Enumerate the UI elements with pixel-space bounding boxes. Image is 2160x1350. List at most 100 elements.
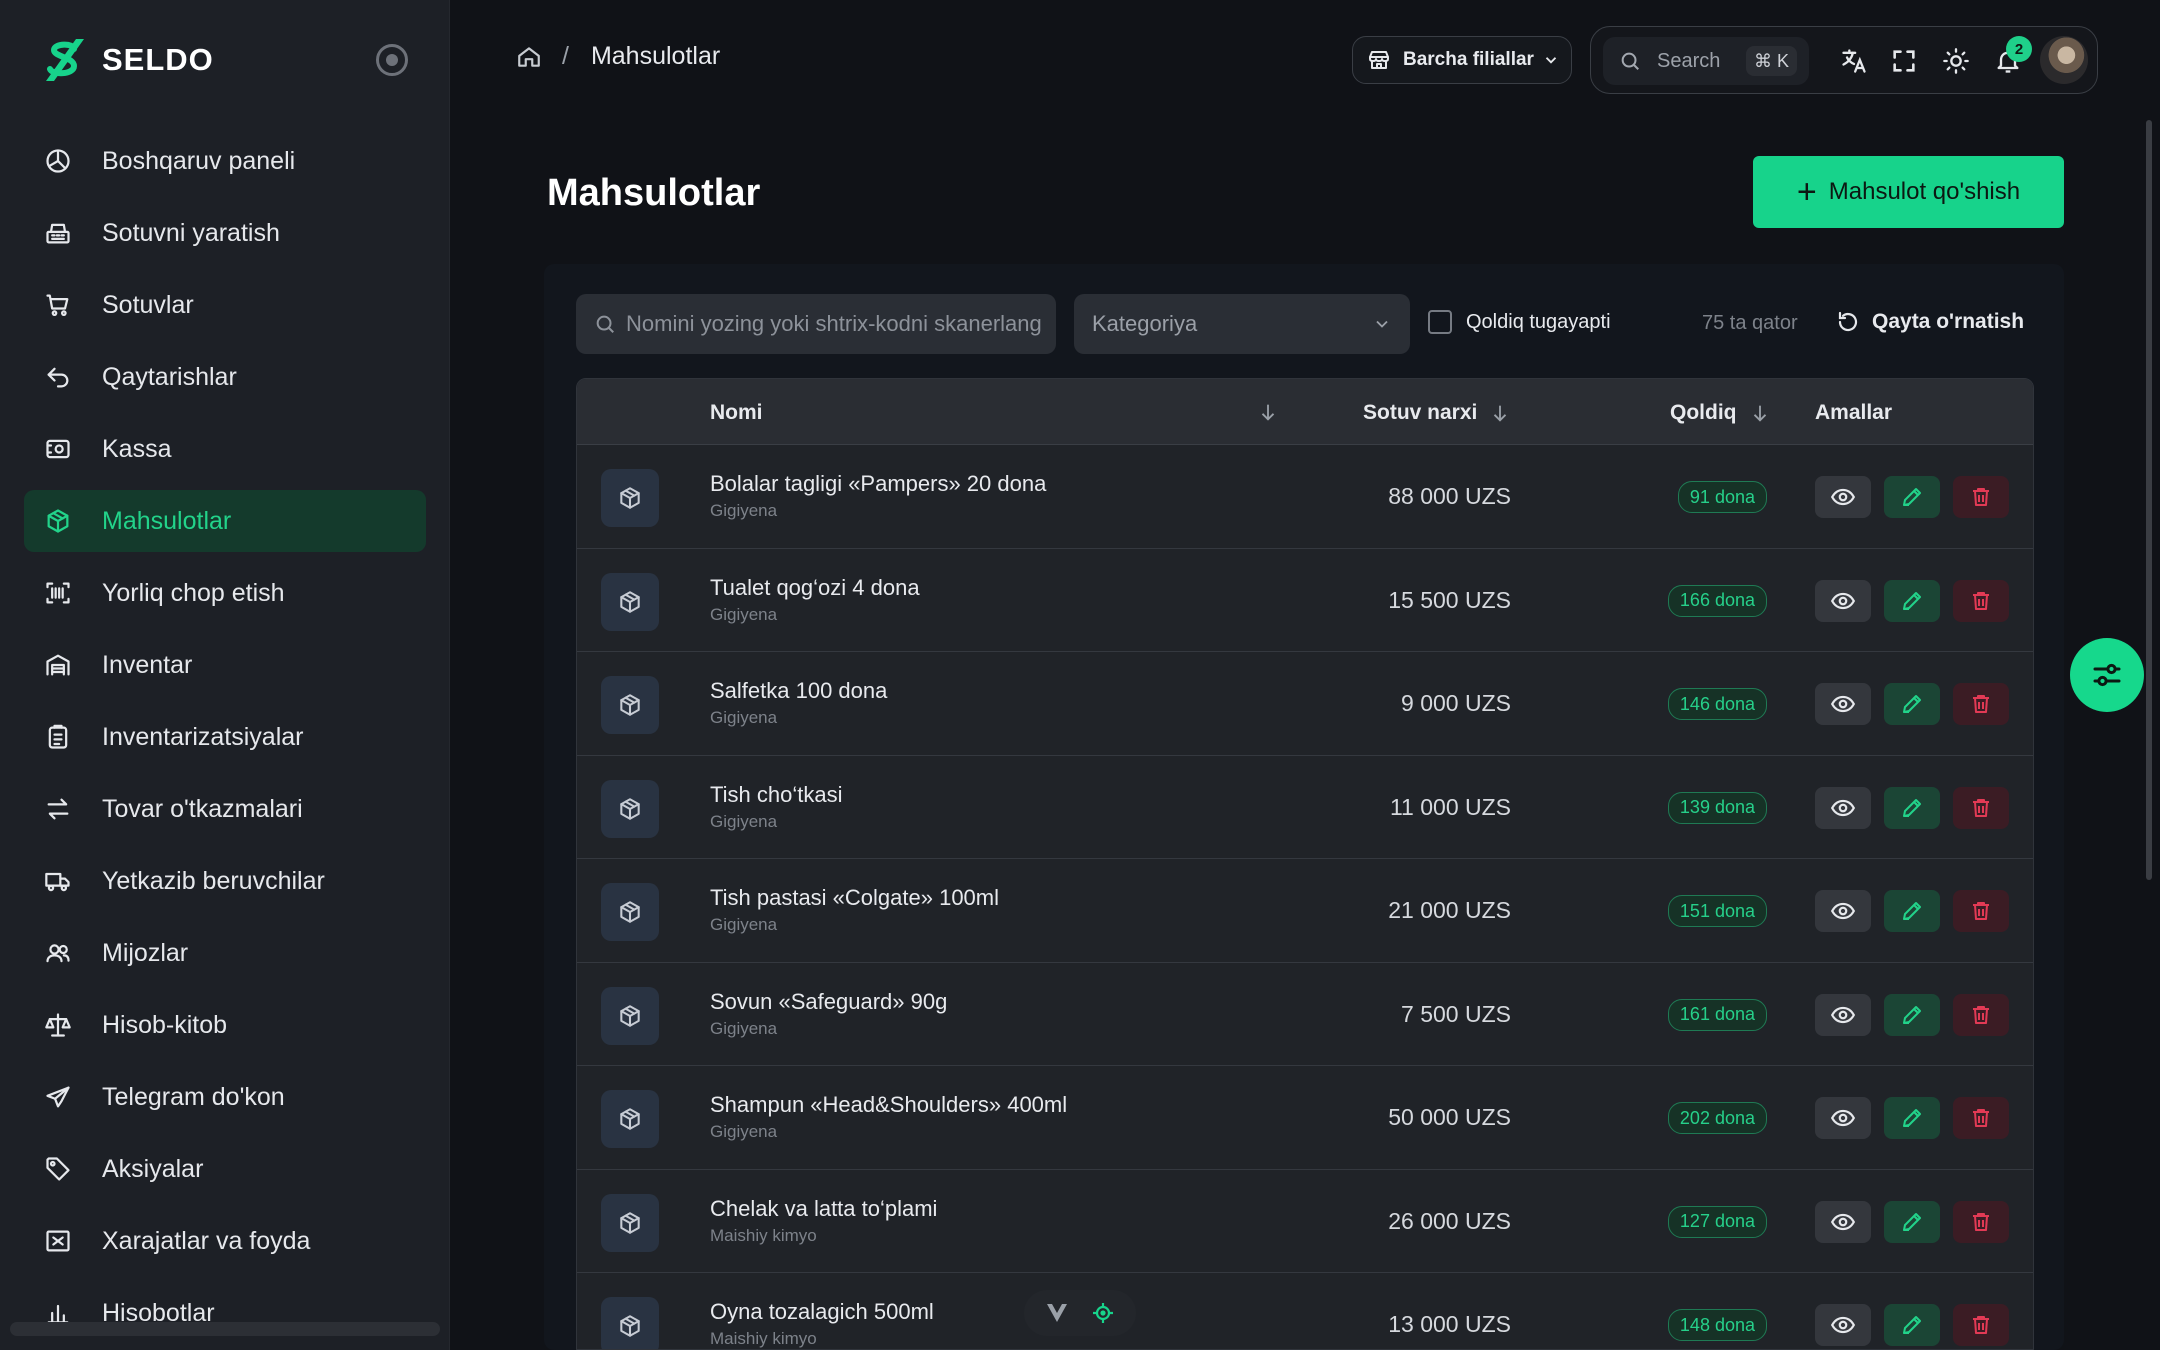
product-name[interactable]: Tualet qog‘ozi 4 dona: [710, 575, 920, 601]
sidebar-item-aksiyalar[interactable]: Aksiyalar: [24, 1138, 426, 1200]
delete-button[interactable]: [1953, 683, 2009, 725]
stock-badge: 91 dona: [1677, 481, 1767, 513]
product-thumbnail: [601, 572, 659, 631]
view-button[interactable]: [1815, 1304, 1871, 1346]
sidebar-item-hisob-kitob[interactable]: Hisob-kitob: [24, 994, 426, 1056]
product-name[interactable]: Bolalar tagligi «Pampers» 20 dona: [710, 471, 1046, 497]
theme-sun-icon[interactable]: [1941, 46, 1971, 76]
edit-button[interactable]: [1884, 993, 1940, 1036]
delete-button[interactable]: [1953, 1097, 2009, 1139]
tag-icon: [42, 1153, 74, 1185]
table-row[interactable]: Bolalar tagligi «Pampers» 20 dona Gigiye…: [577, 445, 2033, 549]
delete-button[interactable]: [1953, 993, 2009, 1036]
view-button[interactable]: [1815, 476, 1871, 518]
avatar[interactable]: [2040, 36, 2088, 84]
edit-button[interactable]: [1884, 1304, 1940, 1346]
add-product-button[interactable]: + Mahsulot qo'shish: [1753, 156, 2064, 228]
edit-button[interactable]: [1884, 1097, 1940, 1139]
sort-arrow-icon[interactable]: [1257, 401, 1279, 423]
product-search-input[interactable]: Nomini yozing yoki shtrix-kodni skanerla…: [576, 294, 1056, 354]
translate-icon[interactable]: [1839, 46, 1869, 76]
product-name[interactable]: Sovun «Safeguard» 90g: [710, 989, 947, 1015]
table-row[interactable]: Shampun «Head&Shoulders» 400ml Gigiyena …: [577, 1066, 2033, 1170]
stock-badge: 202 dona: [1667, 1102, 1767, 1134]
view-button[interactable]: [1815, 890, 1871, 932]
users-icon: [42, 937, 74, 969]
home-icon[interactable]: [516, 44, 542, 70]
page-title: Mahsulotlar: [547, 172, 761, 214]
eye-icon: [1830, 1213, 1856, 1230]
sort-arrow-icon: [1753, 405, 1766, 422]
delete-button[interactable]: [1953, 786, 2009, 829]
delete-button[interactable]: [1953, 1200, 2009, 1243]
sidebar-item-xarajatlar-va-foyda[interactable]: Xarajatlar va foyda: [24, 1210, 426, 1272]
table-row[interactable]: Tish cho‘tkasi Gigiyena 11 000 UZS 139 d…: [577, 755, 2033, 859]
view-button[interactable]: [1815, 993, 1871, 1036]
sidebar-item-sotuvni-yaratish[interactable]: Sotuvni yaratish: [24, 202, 426, 264]
sidebar-item-qaytarishlar[interactable]: Qaytarishlar: [24, 346, 426, 408]
sidebar-item-telegram-do-kon[interactable]: Telegram do'kon: [24, 1066, 426, 1128]
product-name[interactable]: Tish pastasi «Colgate» 100ml: [710, 885, 999, 911]
view-button[interactable]: [1815, 579, 1871, 622]
sidebar-item-kassa[interactable]: Kassa: [24, 418, 426, 480]
product-name[interactable]: Salfetka 100 dona: [710, 678, 887, 704]
product-name[interactable]: Shampun «Head&Shoulders» 400ml: [710, 1092, 1067, 1118]
table-row[interactable]: Oyna tozalagich 500ml Maishiy kimyo 13 0…: [577, 1273, 2033, 1349]
sidebar-item-inventar[interactable]: Inventar: [24, 634, 426, 696]
branch-select[interactable]: Barcha filiallar: [1352, 36, 1572, 84]
column-header-stock[interactable]: Qoldiq: [1670, 401, 1771, 425]
low-stock-filter[interactable]: Qoldiq tugayapti: [1428, 310, 1611, 334]
view-button[interactable]: [1815, 786, 1871, 829]
sidebar-item-inventarizatsiyalar[interactable]: Inventarizatsiyalar: [24, 706, 426, 768]
table-row[interactable]: Chelak va latta to‘plami Maishiy kimyo 2…: [577, 1169, 2033, 1273]
brand[interactable]: SELDO: [40, 32, 214, 88]
stock-badge: 139 dona: [1667, 791, 1767, 824]
vue-logo-icon[interactable]: [1045, 1302, 1069, 1324]
branch-select-label: Barcha filiallar: [1403, 49, 1534, 70]
edit-button[interactable]: [1884, 579, 1940, 622]
sidebar-item-yorliq-chop-etish[interactable]: Yorliq chop etish: [24, 562, 426, 624]
table-row[interactable]: Tualet qog‘ozi 4 dona Gigiyena 15 500 UZ…: [577, 548, 2033, 652]
sidebar-item-sotuvlar[interactable]: Sotuvlar: [24, 274, 426, 336]
edit-button[interactable]: [1884, 1200, 1940, 1243]
reset-filters-button[interactable]: Qayta o'rnatish: [1836, 310, 2024, 334]
edit-button[interactable]: [1884, 683, 1940, 725]
reset-icon: [1838, 311, 1858, 332]
page-scrollbar[interactable]: [2146, 120, 2152, 880]
product-name[interactable]: Oyna tozalagich 500ml: [710, 1299, 934, 1325]
delete-button[interactable]: [1953, 890, 2009, 932]
delete-button[interactable]: [1953, 476, 2009, 518]
edit-button[interactable]: [1884, 786, 1940, 829]
sidebar-item-mijozlar[interactable]: Mijozlar: [24, 922, 426, 984]
view-button[interactable]: [1815, 1200, 1871, 1243]
category-select[interactable]: Kategoriya: [1074, 294, 1410, 354]
settings-fab[interactable]: [2070, 638, 2144, 712]
table-row[interactable]: Sovun «Safeguard» 90g Gigiyena 7 500 UZS…: [577, 962, 2033, 1066]
edit-button[interactable]: [1884, 476, 1940, 518]
view-button[interactable]: [1815, 683, 1871, 725]
fullscreen-icon[interactable]: [1889, 46, 1919, 76]
sidebar-collapse-button[interactable]: [376, 44, 408, 76]
store-icon: [1369, 51, 1389, 69]
edit-button[interactable]: [1884, 890, 1940, 932]
column-header-price[interactable]: Sotuv narxi: [1363, 401, 1511, 425]
global-search[interactable]: Search ⌘ K: [1603, 37, 1809, 85]
delete-button[interactable]: [1953, 579, 2009, 622]
table-row[interactable]: Tish pastasi «Colgate» 100ml Gigiyena 21…: [577, 859, 2033, 963]
delete-button[interactable]: [1953, 1304, 2009, 1346]
sidebar-item-boshqaruv-paneli[interactable]: Boshqaruv paneli: [24, 130, 426, 192]
column-header-name[interactable]: Nomi: [710, 401, 763, 425]
sidebar-item-yetkazib-beruvchilar[interactable]: Yetkazib beruvchilar: [24, 850, 426, 912]
product-category: Gigiyena: [710, 915, 778, 934]
trash-icon: [1973, 798, 1989, 817]
sidebar-item-mahsulotlar[interactable]: Mahsulotlar: [24, 490, 426, 552]
crosshair-icon[interactable]: [1091, 1301, 1115, 1325]
low-stock-checkbox[interactable]: [1428, 310, 1452, 334]
product-name[interactable]: Chelak va latta to‘plami: [710, 1196, 937, 1222]
sidebar-item-tovar-o-tkazmalari[interactable]: Tovar o'tkazmalari: [24, 778, 426, 840]
product-name[interactable]: Tish cho‘tkasi: [710, 782, 842, 808]
trash-icon: [1973, 591, 1989, 610]
view-button[interactable]: [1815, 1097, 1871, 1139]
sidebar-scrollbar[interactable]: [10, 1322, 440, 1336]
table-row[interactable]: Salfetka 100 dona Gigiyena 9 000 UZS 146…: [577, 652, 2033, 756]
